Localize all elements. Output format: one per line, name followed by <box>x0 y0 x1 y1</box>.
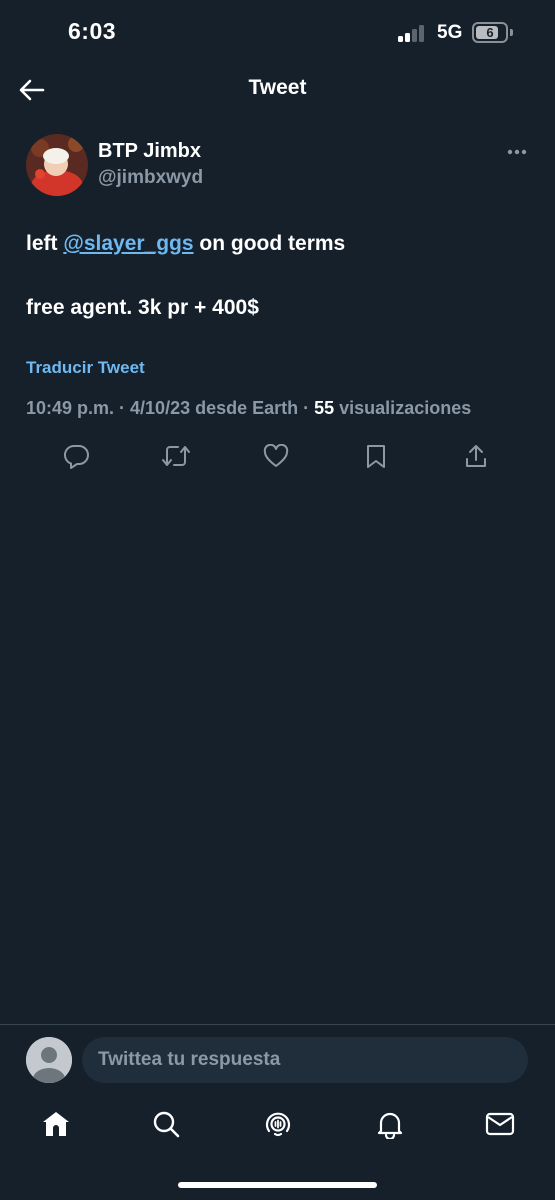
views-count[interactable]: 55 <box>314 398 334 418</box>
tab-bar <box>0 1100 555 1150</box>
share-icon <box>466 445 486 467</box>
home-icon <box>43 1112 69 1136</box>
user-handle[interactable]: @jimbxwyd <box>98 167 203 189</box>
tab-messages[interactable] <box>482 1106 518 1142</box>
translate-tweet-link[interactable]: Traducir Tweet <box>26 358 145 378</box>
tweet-meta: 10:49 p.m. · 4/10/23 desde Earth · 55 vi… <box>26 398 471 419</box>
views-label: visualizaciones <box>334 398 472 418</box>
more-options-button[interactable] <box>500 140 534 164</box>
home-indicator[interactable] <box>178 1182 377 1188</box>
retweet-button[interactable] <box>159 440 193 472</box>
tweet-text-line-1: left @slayer_ggs on good terms <box>26 232 345 256</box>
status-time: 6:03 <box>68 18 117 44</box>
search-icon <box>153 1111 180 1138</box>
display-name[interactable]: BTP Jimbx <box>98 140 201 163</box>
current-user-avatar[interactable] <box>26 1037 72 1083</box>
header: Tweet <box>0 66 555 114</box>
avatar[interactable] <box>26 134 88 196</box>
tweet-detail-screen: 6:03 5G 6 Tweet BTP Jimbx @jimbxwyd left… <box>0 0 555 1200</box>
reply-icon <box>64 444 89 469</box>
tab-search[interactable] <box>148 1106 184 1142</box>
tab-spaces[interactable] <box>260 1106 296 1142</box>
messages-icon <box>485 1112 515 1136</box>
battery-tip <box>510 29 513 36</box>
battery-level: 6 <box>486 25 494 40</box>
mention-link[interactable]: @slayer_ggs <box>63 232 193 255</box>
tweet-text-line-2: free agent. 3k pr + 400$ <box>26 296 259 319</box>
tab-home[interactable] <box>38 1106 74 1142</box>
reply-button[interactable] <box>60 440 94 472</box>
bookmark-button[interactable] <box>359 440 393 472</box>
reply-placeholder: Twittea tu respuesta <box>98 1049 281 1070</box>
more-horizontal-icon <box>507 149 527 155</box>
tab-notifications[interactable] <box>372 1106 408 1142</box>
spaces-icon <box>265 1112 291 1137</box>
tweet-text-segment: on good terms <box>193 232 346 255</box>
share-button[interactable] <box>459 440 493 472</box>
battery-icon: 6 <box>472 22 508 43</box>
tweet-actions <box>0 440 555 472</box>
like-icon <box>263 444 289 467</box>
default-avatar-icon <box>26 1037 72 1083</box>
retweet-icon <box>162 446 190 466</box>
page-title: Tweet <box>248 76 307 99</box>
like-button[interactable] <box>259 440 293 472</box>
status-bar: 6:03 5G 6 <box>0 0 555 66</box>
signal-strength-icon <box>398 24 428 42</box>
profile-photo <box>26 134 88 196</box>
tweet-timestamp: 10:49 p.m. · 4/10/23 desde Earth · <box>26 398 315 418</box>
reply-input[interactable]: Twittea tu respuesta <box>82 1037 528 1083</box>
bookmark-icon <box>367 445 385 468</box>
tweet-text-segment: left <box>26 232 64 255</box>
network-type: 5G <box>437 22 463 43</box>
reply-bar: Twittea tu respuesta <box>0 1024 555 1096</box>
notifications-icon <box>377 1112 403 1139</box>
